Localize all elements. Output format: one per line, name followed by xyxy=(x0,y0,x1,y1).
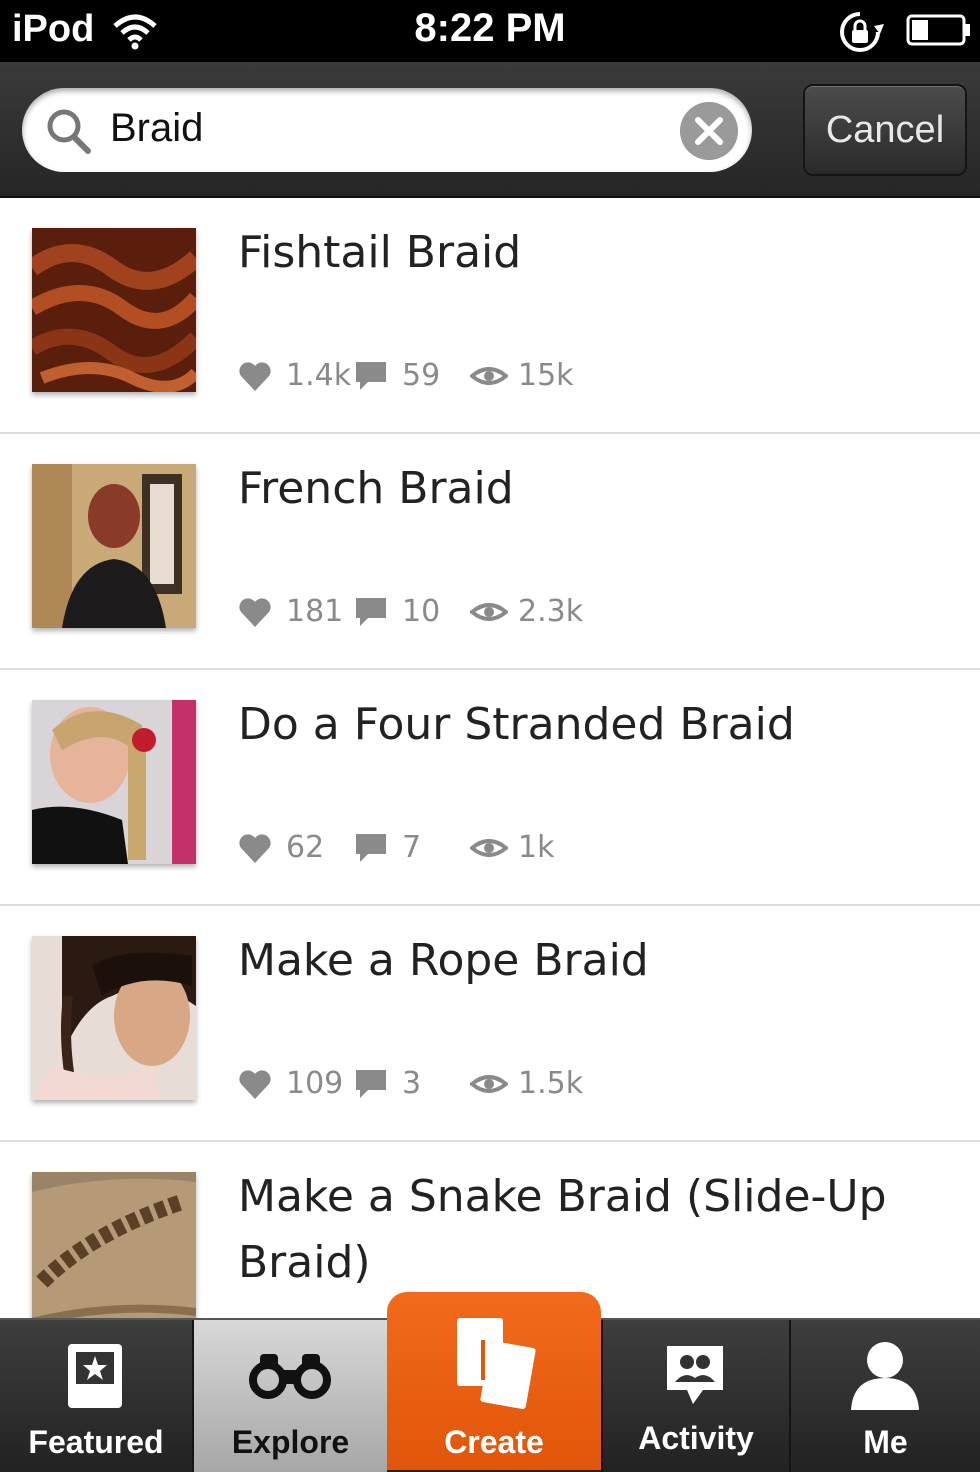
tab-featured[interactable]: Featured xyxy=(0,1320,192,1472)
rotation-lock-icon xyxy=(840,12,884,52)
guide-title: Do a Four Stranded Braid xyxy=(238,699,795,750)
featured-icon xyxy=(68,1344,122,1408)
guide-title: Make a Snake Braid (Slide-Up Braid) xyxy=(238,1171,887,1288)
comment-count: 7 xyxy=(402,830,422,865)
eye-icon xyxy=(470,603,508,621)
view-count: 2.3k xyxy=(518,594,584,629)
guide-title: Make a Rope Braid xyxy=(238,935,649,986)
like-count: 181 xyxy=(286,594,344,629)
guide-title: French Braid xyxy=(238,463,514,514)
activity-icon xyxy=(667,1346,723,1404)
like-count: 62 xyxy=(286,830,325,865)
eye-icon xyxy=(470,839,508,857)
search-input[interactable]: Braid xyxy=(22,88,752,172)
tab-explore-label: Explore xyxy=(231,1424,350,1460)
tab-me-label: Me xyxy=(863,1424,908,1460)
guide-thumbnail xyxy=(32,936,196,1100)
tab-create-label: Create xyxy=(444,1424,544,1460)
list-item[interactable]: French Braid 181 10 2.3k xyxy=(0,434,980,670)
tab-create[interactable]: Create xyxy=(387,1292,601,1470)
list-item[interactable]: Fishtail Braid 1.4k 59 15k xyxy=(0,198,980,434)
clear-search-icon[interactable] xyxy=(680,102,738,160)
comment-count: 3 xyxy=(402,1066,422,1101)
comment-icon xyxy=(356,598,386,626)
guide-thumbnail xyxy=(32,700,196,864)
results-list: Fishtail Braid 1.4k 59 15k French Braid … xyxy=(0,198,980,1376)
search-icon xyxy=(47,109,91,154)
search-query: Braid xyxy=(110,106,204,150)
heart-icon xyxy=(239,1070,271,1099)
view-count: 15k xyxy=(518,358,574,393)
comment-icon xyxy=(356,1070,386,1098)
person-icon xyxy=(851,1342,919,1410)
like-count: 109 xyxy=(286,1066,344,1101)
heart-icon xyxy=(239,598,271,627)
view-count: 1.5k xyxy=(518,1066,584,1101)
tab-me[interactable]: Me xyxy=(791,1320,980,1472)
comment-count: 10 xyxy=(402,594,441,629)
status-bar: iPod 8:22 PM xyxy=(0,0,980,62)
guide-thumbnail xyxy=(32,1172,196,1336)
tab-activity[interactable]: Activity xyxy=(603,1320,789,1472)
comment-icon xyxy=(356,362,386,390)
tab-activity-label: Activity xyxy=(638,1420,754,1456)
search-bar: Braid Cancel xyxy=(0,62,980,198)
clock-time: 8:22 PM xyxy=(414,6,566,50)
comment-count: 59 xyxy=(402,358,441,393)
guide-thumbnail xyxy=(32,464,196,628)
tab-featured-label: Featured xyxy=(28,1424,164,1460)
guide-thumbnail xyxy=(32,228,196,392)
battery-icon xyxy=(906,14,970,46)
like-count: 1.4k xyxy=(286,358,352,393)
view-count: 1k xyxy=(518,830,555,865)
comment-icon xyxy=(356,834,386,862)
list-item[interactable]: Do a Four Stranded Braid 62 7 1k xyxy=(0,670,980,906)
create-icon xyxy=(457,1318,536,1410)
list-item[interactable]: Make a Rope Braid 109 3 1.5k xyxy=(0,906,980,1142)
eye-icon xyxy=(470,367,508,385)
heart-icon xyxy=(239,834,271,863)
guide-title: Fishtail Braid xyxy=(238,227,522,278)
tab-explore[interactable]: Explore xyxy=(194,1320,387,1472)
heart-icon xyxy=(239,362,271,391)
eye-icon xyxy=(470,1075,508,1093)
cancel-button[interactable]: Cancel xyxy=(803,84,967,176)
binoculars-icon xyxy=(249,1354,331,1399)
